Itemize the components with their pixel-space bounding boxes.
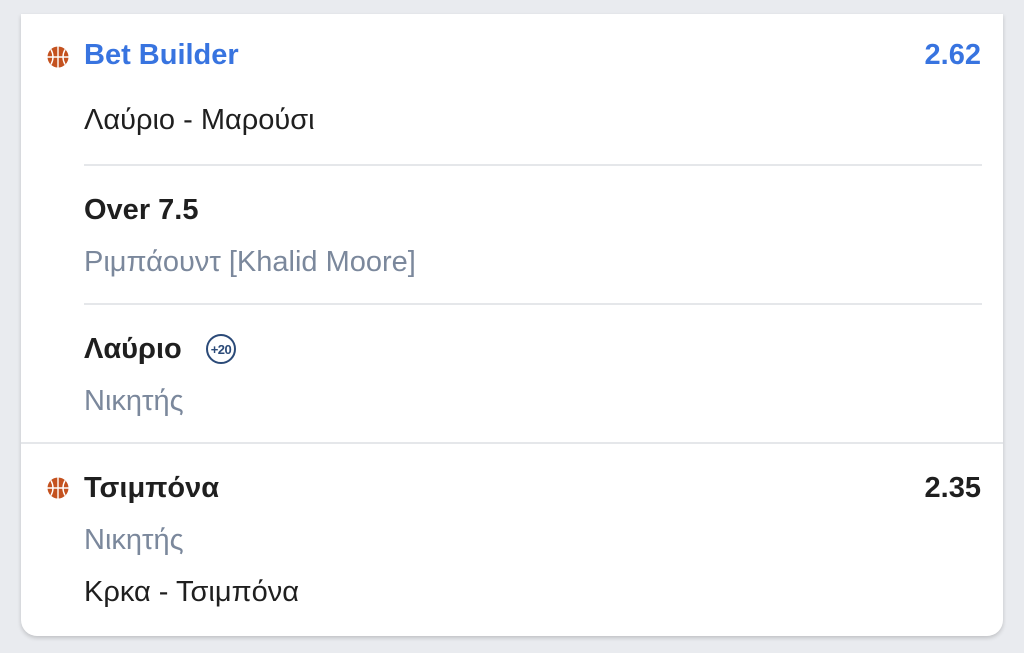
bet-builder-title[interactable]: Bet Builder	[84, 39, 239, 72]
selection-market: Νικητής	[84, 524, 184, 556]
selection-market: Ριμπάουντ [Khalid Moore]	[84, 246, 416, 278]
bet-builder-odds: 2.62	[924, 39, 981, 71]
selection-name: Λαύριο	[84, 333, 182, 365]
selection-name: Over 7.5	[84, 194, 199, 226]
section-divider	[21, 442, 1003, 444]
match-name: Κρκα - Τσιμπόνα	[84, 576, 299, 608]
selection-market: Νικητής	[84, 385, 184, 417]
betslip-card: Bet Builder 2.62 Λαύριο - Μαρούσι Over 7…	[21, 14, 1003, 636]
basketball-icon	[47, 46, 69, 68]
divider	[84, 164, 982, 166]
selection-odds: 2.35	[924, 472, 981, 504]
basketball-icon	[47, 477, 69, 499]
selection-name: Τσιμπόνα	[84, 472, 220, 504]
age-restriction-badge: +20	[206, 334, 236, 364]
bet-builder-match: Λαύριο - Μαρούσι	[84, 104, 315, 136]
divider	[84, 303, 982, 305]
